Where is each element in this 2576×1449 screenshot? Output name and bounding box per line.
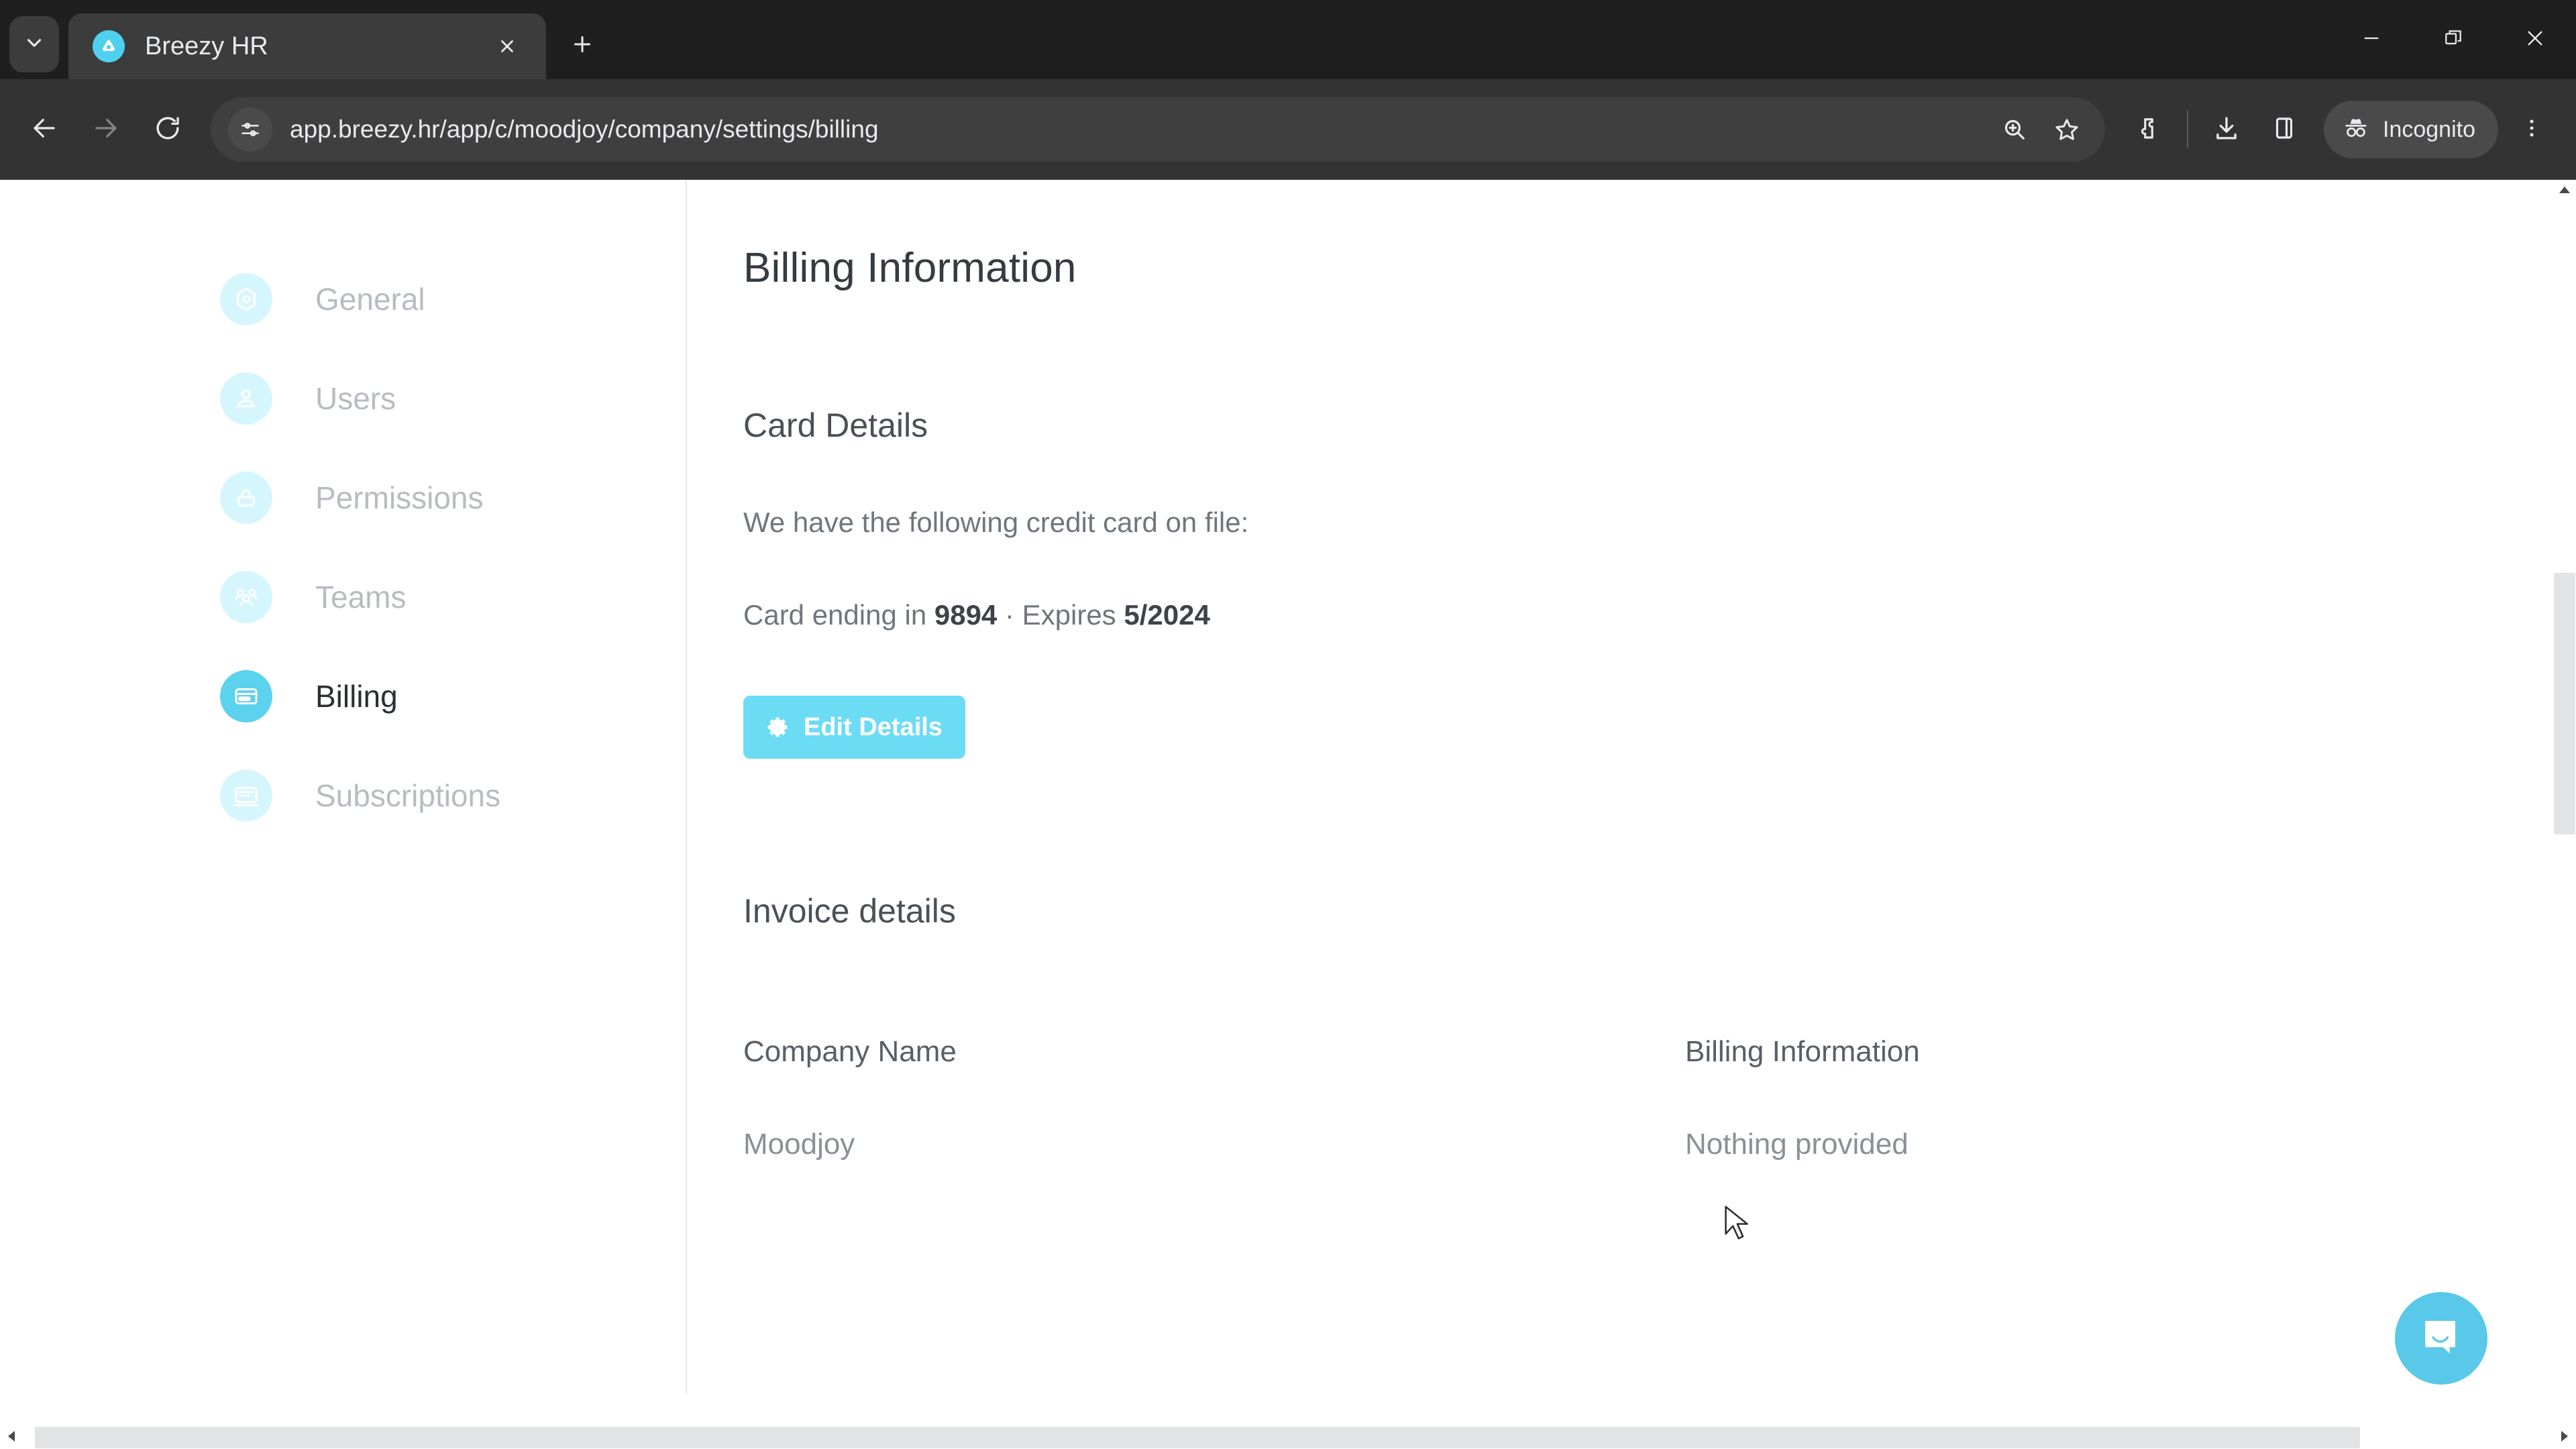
page-viewport: General Users Permissions Teams Billing … [0, 180, 2576, 1449]
people-group-icon [220, 571, 272, 623]
lock-icon [220, 472, 272, 524]
settings-content: Billing Information Card Details We have… [687, 180, 2576, 1394]
tab-strip: Breezy HR [0, 0, 2576, 79]
puzzle-extension-icon [2135, 114, 2163, 146]
sidebar-item-users[interactable]: Users [0, 349, 686, 448]
window-controls [2330, 0, 2576, 79]
browser-menu-button[interactable] [2505, 101, 2559, 158]
browser-toolbar: app.breezy.hr/app/c/moodjoy/company/sett… [0, 79, 2576, 180]
sidebar-label-permissions: Permissions [315, 480, 484, 515]
sidebar-label-general: General [315, 282, 425, 317]
user-icon [220, 372, 272, 425]
scroll-up-button[interactable] [2553, 180, 2576, 203]
invoice-field-billing-information: Billing Information Nothing provided [1685, 1035, 2576, 1161]
forward-button[interactable] [75, 99, 137, 160]
sidebar-item-billing[interactable]: Billing [0, 647, 686, 746]
breezy-settings-page: General Users Permissions Teams Billing … [0, 180, 2553, 1394]
new-tab-button[interactable] [558, 21, 606, 70]
card-ending-prefix: Card ending in [743, 599, 934, 631]
incognito-hat-icon [2341, 113, 2371, 146]
sidebar-item-subscriptions[interactable]: Subscriptions [0, 746, 686, 845]
restore-icon [2443, 28, 2464, 52]
sidebar-label-teams: Teams [315, 580, 407, 614]
invoice-details-heading: Invoice details [743, 892, 956, 930]
intercom-chat-launcher[interactable] [2395, 1292, 2487, 1385]
back-button[interactable] [13, 99, 75, 160]
chevron-down-icon [23, 32, 46, 58]
sidebar-label-subscriptions: Subscriptions [315, 778, 501, 813]
card-last4: 9894 [934, 599, 998, 631]
vertical-scroll-track[interactable] [2553, 203, 2576, 1426]
credit-card-icon [220, 670, 272, 722]
minimize-button[interactable] [2330, 0, 2412, 79]
horizontal-scroll-thumb[interactable] [35, 1427, 2360, 1448]
back-arrow-icon [30, 114, 58, 146]
invoice-label-billing-information: Billing Information [1685, 1035, 1920, 1068]
minimize-icon [2361, 28, 2382, 52]
address-bar[interactable]: app.breezy.hr/app/c/moodjoy/company/sett… [211, 97, 2105, 162]
omnibox-actions [1988, 103, 2093, 156]
browser-tab[interactable]: Breezy HR [68, 13, 546, 79]
breezy-hr-favicon [93, 30, 125, 62]
gear-settings-icon [220, 273, 272, 325]
sidebar-label-billing: Billing [315, 679, 398, 714]
toolbar-divider [2187, 111, 2188, 148]
invoice-field-company-name: Company Name Moodjoy [743, 1035, 1685, 1161]
browser-window: Breezy HR app.breezy.hr/app/c/moodjoy/co… [0, 0, 2576, 1449]
site-settings-tune-icon[interactable] [228, 107, 272, 152]
tab-title: Breezy HR [145, 32, 268, 60]
card-details-heading: Card Details [743, 407, 928, 444]
scroll-right-button[interactable] [2553, 1426, 2576, 1449]
download-icon [2212, 114, 2241, 146]
plus-icon [570, 32, 594, 60]
incognito-indicator[interactable]: Incognito [2324, 101, 2498, 158]
zoom-search-icon[interactable] [1988, 103, 2041, 156]
gear-icon [766, 715, 790, 739]
subscription-icon [220, 769, 272, 822]
page-title: Billing Information [743, 245, 1077, 291]
invoice-label-company-name: Company Name [743, 1035, 957, 1068]
sidebar-item-permissions[interactable]: Permissions [0, 448, 686, 547]
forward-arrow-icon [92, 114, 120, 146]
card-on-file-text: We have the following credit card on fil… [743, 506, 1249, 538]
close-icon [2524, 28, 2546, 52]
bookmark-star-icon[interactable] [2041, 103, 2093, 156]
tab-close-button[interactable] [488, 28, 526, 65]
url-text: app.breezy.hr/app/c/moodjoy/company/sett… [290, 115, 879, 143]
reload-icon [154, 114, 182, 146]
close-button[interactable] [2494, 0, 2576, 79]
horizontal-scrollbar[interactable] [0, 1426, 2576, 1449]
sidebar-item-teams[interactable]: Teams [0, 547, 686, 647]
edit-details-button[interactable]: Edit Details [743, 696, 965, 759]
scroll-left-button[interactable] [0, 1426, 23, 1449]
invoice-value-billing-information: Nothing provided [1685, 1128, 1909, 1161]
extensions-button[interactable] [2120, 101, 2178, 158]
reload-button[interactable] [137, 99, 199, 160]
restore-button[interactable] [2412, 0, 2494, 79]
vertical-scroll-thumb[interactable] [2554, 573, 2575, 835]
incognito-label: Incognito [2383, 116, 2475, 142]
invoice-value-company-name: Moodjoy [743, 1128, 855, 1161]
sidebar-label-users: Users [315, 381, 396, 416]
settings-sidebar: General Users Permissions Teams Billing … [0, 180, 687, 1394]
chevron-right-icon [2561, 1430, 2569, 1446]
card-line-separator: · [997, 599, 1022, 631]
sidebar-item-general[interactable]: General [0, 250, 686, 349]
card-expiry: 5/2024 [1124, 599, 1210, 631]
downloads-button[interactable] [2198, 101, 2255, 158]
horizontal-scroll-track[interactable] [23, 1426, 2553, 1449]
side-panel-icon [2270, 114, 2298, 146]
edit-details-label: Edit Details [804, 712, 943, 741]
card-summary-line: Card ending in 9894 · Expires 5/2024 [743, 599, 2576, 631]
invoice-details-grid: Company Name Moodjoy Billing Information… [743, 1035, 2576, 1161]
side-panel-button[interactable] [2255, 101, 2313, 158]
chat-bubble-icon [2417, 1313, 2465, 1364]
tab-search-button[interactable] [9, 16, 59, 72]
vertical-scrollbar[interactable] [2553, 180, 2576, 1449]
expires-prefix: Expires [1022, 599, 1124, 631]
chevron-left-icon [7, 1430, 15, 1446]
three-dots-menu-icon [2520, 117, 2543, 143]
chevron-up-icon [2559, 185, 2571, 197]
